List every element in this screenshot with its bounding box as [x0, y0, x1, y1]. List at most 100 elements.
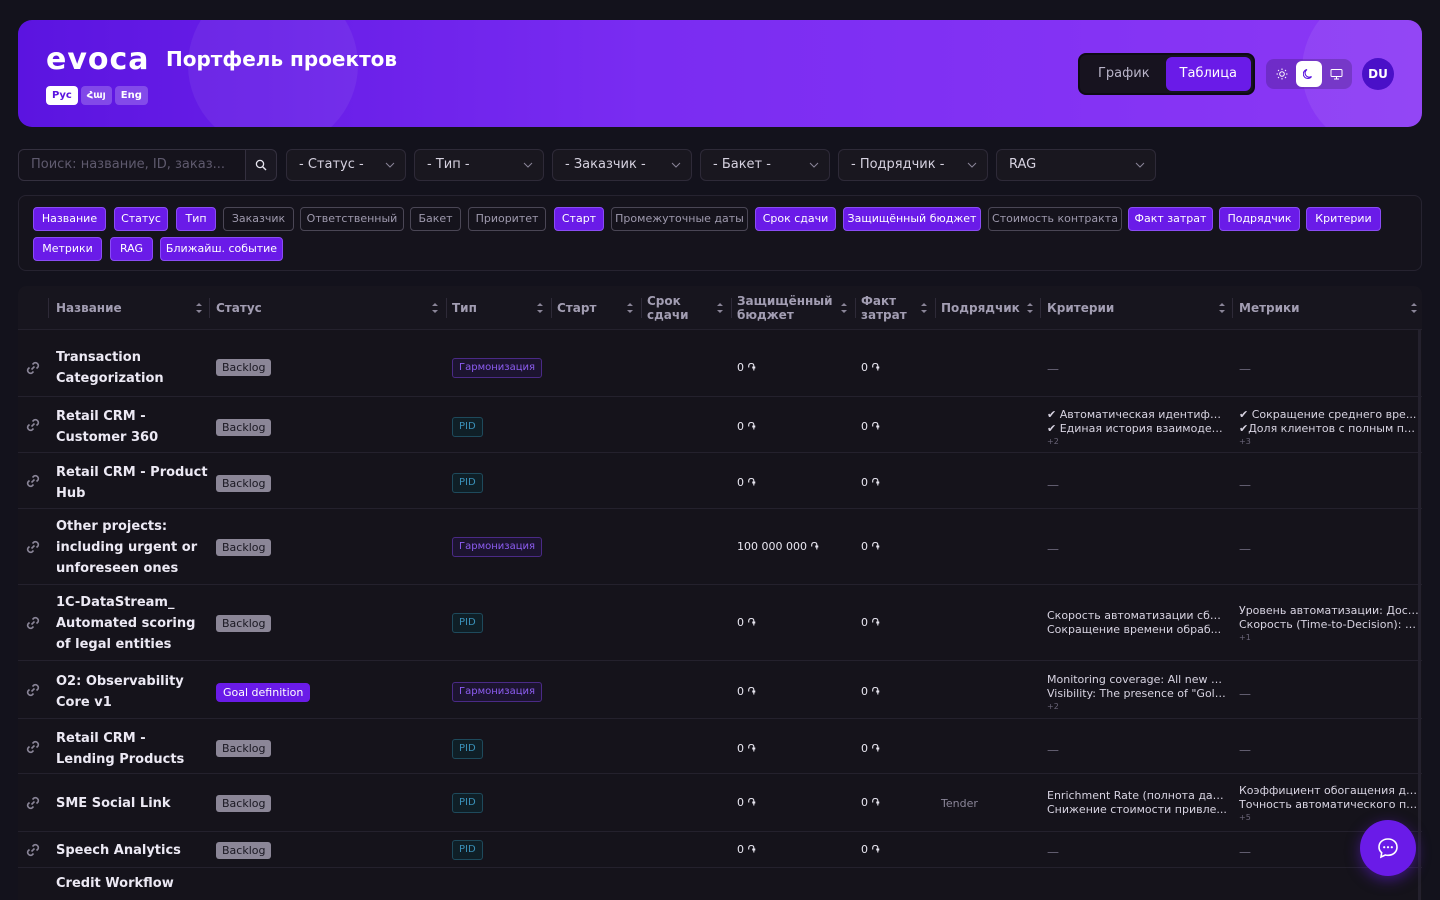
sort-icon[interactable]: [1218, 301, 1226, 315]
lang-ru[interactable]: Рус: [46, 86, 78, 105]
criteria-more-count[interactable]: +2: [1047, 702, 1227, 712]
table-row[interactable]: Speech Analytics Backlog PID 0 ֏ 0 ֏ — —: [18, 832, 1422, 868]
column-chip[interactable]: Заказчик: [223, 207, 294, 231]
table-row[interactable]: Retail CRM - Lending Products Backlog PID 0…: [18, 719, 1422, 774]
column-chip[interactable]: Статус: [114, 207, 168, 231]
project-name-cell[interactable]: Retail CRM - Customer 360: [56, 397, 208, 453]
view-chart-button[interactable]: График: [1082, 57, 1166, 91]
table-row[interactable]: Other projects: including urgent or unfo…: [18, 509, 1422, 585]
project-name-cell[interactable]: Transaction Categorization: [56, 330, 208, 397]
project-name[interactable]: 1C-DataStream_ Automated scoring of lega…: [56, 592, 208, 655]
column-chip[interactable]: RAG: [110, 237, 153, 261]
table-row[interactable]: Transaction Categorization Backlog Гармони…: [18, 330, 1422, 397]
project-name-cell[interactable]: O2: Observability Core v1: [56, 661, 208, 719]
column-header-start[interactable]: Старт: [557, 286, 637, 330]
sort-icon[interactable]: [536, 301, 544, 315]
customer-filter-select[interactable]: - Заказчик -: [552, 149, 692, 181]
link-icon[interactable]: [24, 832, 46, 868]
sort-icon[interactable]: [1026, 301, 1034, 315]
link-icon[interactable]: [24, 719, 46, 774]
project-name[interactable]: SME Social Link: [56, 793, 171, 814]
project-name[interactable]: O2: Observability Core v1: [56, 671, 208, 713]
column-chip[interactable]: Подрядчик: [1219, 207, 1300, 231]
sort-icon[interactable]: [431, 301, 439, 315]
project-name-cell[interactable]: Other projects: including urgent or unfo…: [56, 509, 208, 585]
project-name-cell[interactable]: Credit Workflow: [56, 868, 208, 898]
lang-hy[interactable]: Հայ: [80, 86, 112, 105]
column-header-type[interactable]: Тип: [452, 286, 542, 330]
column-header-criteria[interactable]: Критерии: [1047, 286, 1227, 330]
project-name-cell[interactable]: Speech Analytics: [56, 832, 208, 868]
project-name[interactable]: Credit Workflow: [56, 873, 174, 894]
sun-icon[interactable]: [1269, 61, 1295, 87]
link-icon[interactable]: [24, 397, 46, 453]
view-table-button[interactable]: Таблица: [1165, 57, 1251, 91]
column-chip[interactable]: Тип: [176, 207, 216, 231]
monitor-icon[interactable]: [1323, 61, 1349, 87]
column-chip[interactable]: Ближайш. событие: [160, 237, 283, 261]
type-filter-select[interactable]: - Тип -: [414, 149, 544, 181]
table-row[interactable]: O2: Observability Core v1 Goal definition…: [18, 661, 1422, 719]
user-avatar[interactable]: DU: [1362, 58, 1394, 90]
metrics-more-count[interactable]: +1: [1239, 633, 1419, 643]
project-name-cell[interactable]: SME Social Link: [56, 774, 208, 832]
search-button[interactable]: [246, 149, 277, 181]
metrics-more-count[interactable]: +3: [1239, 437, 1419, 447]
table-row[interactable]: Retail CRM - Product Hub Backlog PID 0 ֏ 0 ֏…: [18, 453, 1422, 509]
column-chip[interactable]: Срок сдачи: [755, 207, 836, 231]
link-icon[interactable]: [24, 330, 46, 397]
column-chip[interactable]: Стоимость контракта: [988, 207, 1122, 231]
project-name[interactable]: Speech Analytics: [56, 840, 181, 861]
project-name[interactable]: Retail CRM - Customer 360: [56, 406, 208, 448]
link-icon[interactable]: [24, 774, 46, 832]
column-header-metrics[interactable]: Метрики: [1239, 286, 1409, 330]
link-icon[interactable]: [24, 509, 46, 585]
project-name[interactable]: Other projects: including urgent or unfo…: [56, 516, 208, 579]
column-header-deadline[interactable]: Срок сдачи: [647, 286, 707, 330]
project-name[interactable]: Transaction Categorization: [56, 347, 208, 389]
column-chip[interactable]: Название: [33, 207, 106, 231]
column-chip[interactable]: Критерии: [1306, 207, 1381, 231]
column-header-contractor[interactable]: Подрядчик: [941, 286, 1031, 330]
sort-icon[interactable]: [840, 301, 848, 315]
sort-icon[interactable]: [195, 301, 203, 315]
link-icon[interactable]: [24, 661, 46, 719]
table-scrollbar[interactable]: [1418, 330, 1421, 900]
table-row[interactable]: 1C-DataStream_ Automated scoring of lega…: [18, 585, 1422, 661]
table-row[interactable]: Retail CRM - Customer 360 Backlog PID 0 ֏ 0 …: [18, 397, 1422, 453]
column-chip[interactable]: Бакет: [410, 207, 461, 231]
column-chip[interactable]: Промежуточные даты: [611, 207, 748, 231]
rag-filter-select[interactable]: RAG: [996, 149, 1156, 181]
moon-icon[interactable]: [1295, 61, 1322, 87]
column-header-budget[interactable]: Защищённый бюджет: [737, 286, 847, 330]
project-name-cell[interactable]: Retail CRM - Product Hub: [56, 453, 208, 509]
project-name[interactable]: Retail CRM - Product Hub: [56, 462, 208, 504]
link-icon[interactable]: [24, 453, 46, 509]
column-chip[interactable]: Защищённый бюджет: [843, 207, 981, 231]
column-header-name[interactable]: Название: [56, 286, 204, 330]
column-chip[interactable]: Ответственный: [300, 207, 404, 231]
column-header-status[interactable]: Статус: [216, 286, 441, 330]
column-chip[interactable]: Старт: [554, 207, 604, 231]
criteria-more-count[interactable]: +2: [1047, 437, 1227, 447]
sort-icon[interactable]: [626, 301, 634, 315]
project-name-cell[interactable]: Retail CRM - Lending Products: [56, 719, 208, 774]
column-chip[interactable]: Метрики: [33, 237, 102, 261]
status-filter-select[interactable]: - Статус -: [286, 149, 406, 181]
column-chip[interactable]: Факт затрат: [1128, 207, 1213, 231]
column-header-fact[interactable]: Факт затрат: [861, 286, 911, 330]
link-icon[interactable]: [24, 585, 46, 661]
contractor-filter-select[interactable]: - Подрядчик -: [838, 149, 988, 181]
sort-icon[interactable]: [920, 301, 928, 315]
project-name-cell[interactable]: 1C-DataStream_ Automated scoring of lega…: [56, 585, 208, 661]
column-chip[interactable]: Приоритет: [468, 207, 546, 231]
search-input[interactable]: Поиск: название, ID, заказ...: [18, 149, 246, 181]
chat-button[interactable]: [1360, 820, 1416, 876]
table-row[interactable]: Credit Workflow: [18, 868, 1422, 900]
table-row[interactable]: SME Social Link Backlog PID 0 ֏ 0 ֏ Tender Enr…: [18, 774, 1422, 832]
sort-icon[interactable]: [716, 301, 724, 315]
project-name[interactable]: Retail CRM - Lending Products: [56, 728, 208, 770]
sort-icon[interactable]: [1410, 301, 1418, 315]
lang-en[interactable]: Eng: [114, 86, 148, 105]
bucket-filter-select[interactable]: - Бакет -: [700, 149, 830, 181]
